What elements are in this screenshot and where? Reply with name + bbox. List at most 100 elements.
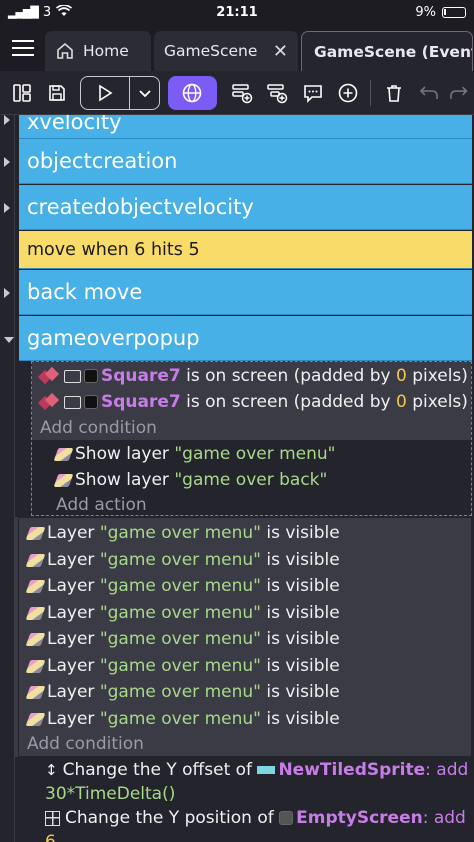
comment-icon bbox=[303, 84, 322, 103]
events-sheet: xvelocity objectcreation createdobjectve… bbox=[0, 115, 474, 842]
condition-row[interactable]: Layer "game over menu" is visible bbox=[25, 600, 340, 626]
trash-icon bbox=[386, 84, 401, 102]
object-thumbnail-icon bbox=[84, 369, 98, 383]
chevron-right-icon[interactable] bbox=[4, 203, 10, 213]
condition-value: "game over menu" bbox=[99, 576, 261, 596]
condition-row[interactable]: Layer "game over menu" is visible bbox=[25, 520, 340, 546]
delete-button[interactable] bbox=[378, 77, 409, 109]
object-name: Square7 bbox=[101, 366, 181, 386]
gems-icon bbox=[38, 368, 60, 384]
add-event-button[interactable] bbox=[227, 77, 258, 109]
chevron-right-icon[interactable] bbox=[4, 288, 10, 298]
condition-text: is on screen (padded by bbox=[186, 366, 391, 386]
condition-row[interactable]: Layer "game over menu" is visible bbox=[25, 706, 340, 732]
comment-move-when-6-hits-5[interactable]: move when 6 hits 5 bbox=[19, 231, 472, 269]
preview-button[interactable] bbox=[81, 76, 130, 109]
tab-home[interactable]: Home bbox=[45, 31, 151, 71]
gems-icon bbox=[38, 394, 60, 410]
condition-row[interactable]: Layer "game over menu" is visible bbox=[25, 653, 340, 679]
toggle-panels-button[interactable] bbox=[6, 77, 37, 109]
event-group-objectcreation[interactable]: objectcreation bbox=[19, 139, 472, 184]
close-icon[interactable]: ✕ bbox=[273, 41, 288, 62]
action-expression[interactable]: 6 bbox=[45, 830, 56, 842]
condition-text-end: pixels) bbox=[412, 366, 468, 386]
save-button[interactable] bbox=[41, 77, 72, 109]
condition-value: "game over menu" bbox=[99, 656, 261, 676]
layer-icon bbox=[25, 712, 46, 726]
condition-row[interactable]: Layer "game over menu" is visible bbox=[25, 679, 340, 705]
condition-text: Layer bbox=[47, 576, 95, 596]
tab-gamescene[interactable]: GameScene ✕ bbox=[154, 31, 298, 71]
condition-row[interactable]: Square7 is on screen (padded by 0 pixels… bbox=[38, 364, 468, 388]
battery-percent: 9% bbox=[415, 5, 436, 20]
undo-button[interactable] bbox=[413, 77, 444, 109]
chevron-right-icon[interactable] bbox=[4, 115, 10, 125]
condition-text: Layer bbox=[47, 523, 95, 543]
undo-icon bbox=[419, 85, 438, 99]
globe-icon bbox=[183, 83, 202, 102]
expression-value: 30*TimeDelta() bbox=[45, 784, 176, 804]
chevron-right-icon[interactable] bbox=[4, 157, 10, 167]
redo-button[interactable] bbox=[449, 77, 468, 109]
action-value: "game over menu" bbox=[174, 444, 336, 464]
layer-icon bbox=[25, 606, 46, 620]
layer-icon bbox=[53, 447, 74, 461]
screen-icon bbox=[64, 395, 81, 409]
event-group-label: createdobjectvelocity bbox=[27, 195, 254, 219]
event-group-label: back move bbox=[27, 280, 143, 304]
condition-value: "game over menu" bbox=[99, 523, 261, 543]
action-operator: : add bbox=[425, 760, 469, 780]
event-group-label: gameoverpopup bbox=[27, 326, 200, 350]
chevron-down-icon bbox=[138, 89, 151, 97]
comment-label: move when 6 hits 5 bbox=[27, 239, 200, 260]
add-condition-button[interactable]: Add condition bbox=[40, 416, 157, 440]
chevron-down-icon[interactable] bbox=[4, 337, 14, 343]
condition-value: "game over menu" bbox=[99, 709, 261, 729]
event-group-xvelocity[interactable]: xvelocity bbox=[19, 115, 472, 139]
condition-value: "game over menu" bbox=[99, 603, 261, 623]
play-icon bbox=[99, 84, 113, 101]
add-action-button[interactable]: Add action bbox=[56, 493, 147, 517]
action-text: Change the Y position of bbox=[65, 808, 274, 828]
condition-row[interactable]: Layer "game over menu" is visible bbox=[25, 626, 340, 652]
add-subevent-button[interactable] bbox=[262, 77, 293, 109]
battery-icon bbox=[442, 7, 466, 18]
layer-icon bbox=[25, 632, 46, 646]
tab-bar: Home GameScene ✕ GameScene (Events) bbox=[0, 25, 474, 71]
add-subevent-icon bbox=[267, 83, 288, 103]
action-row[interactable]: Show layer "game over back" bbox=[53, 467, 327, 493]
condition-text-end: pixels) bbox=[412, 392, 468, 412]
wifi-icon bbox=[56, 3, 73, 21]
network-preview-button[interactable] bbox=[168, 75, 217, 110]
tab-home-label: Home bbox=[83, 42, 129, 60]
action-row[interactable]: Change the Y position of EmptyScreen: ad… bbox=[45, 805, 466, 831]
add-button[interactable] bbox=[332, 77, 363, 109]
layer-icon bbox=[25, 579, 46, 593]
menu-button[interactable] bbox=[4, 25, 42, 71]
tiled-sprite-icon bbox=[257, 766, 276, 774]
screen-icon bbox=[64, 369, 81, 383]
action-row[interactable]: Show layer "game over menu" bbox=[53, 441, 336, 467]
tab-gamescene-events[interactable]: GameScene (Events) bbox=[301, 31, 473, 71]
action-text: Show layer bbox=[75, 470, 169, 490]
condition-text-end: is visible bbox=[266, 550, 340, 570]
layer-icon bbox=[25, 659, 46, 673]
condition-row[interactable]: Square7 is on screen (padded by 0 pixels… bbox=[38, 390, 468, 414]
object-thumbnail-icon bbox=[84, 395, 98, 409]
action-expression[interactable]: 30*TimeDelta() bbox=[45, 782, 175, 806]
add-condition-button[interactable]: Add condition bbox=[27, 732, 144, 756]
condition-value: "game over menu" bbox=[99, 550, 261, 570]
preview-options-button[interactable] bbox=[130, 77, 159, 109]
action-row[interactable]: ↕ Change the Y offset of NewTiledSprite:… bbox=[45, 757, 468, 783]
add-comment-button[interactable] bbox=[297, 77, 328, 109]
event-group-gameoverpopup[interactable]: gameoverpopup bbox=[19, 316, 472, 361]
condition-text: Layer bbox=[47, 603, 95, 623]
signal-icon: ▂▄▆█ bbox=[8, 6, 39, 19]
condition-text: Layer bbox=[47, 656, 95, 676]
event-group-createdobjectvelocity[interactable]: createdobjectvelocity bbox=[19, 185, 472, 230]
condition-row[interactable]: Layer "game over menu" is visible bbox=[25, 547, 340, 573]
action-operator: : add bbox=[422, 808, 466, 828]
event-group-back-move[interactable]: back move bbox=[19, 270, 472, 315]
condition-text-end: is visible bbox=[266, 682, 340, 702]
condition-row[interactable]: Layer "game over menu" is visible bbox=[25, 573, 340, 599]
